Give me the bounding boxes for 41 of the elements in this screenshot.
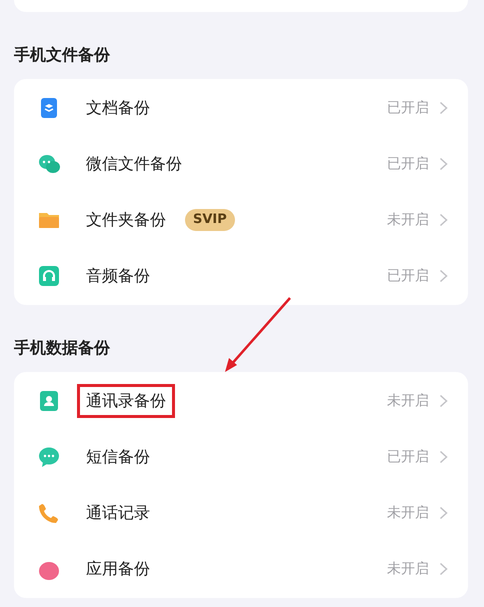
list-item[interactable]: 文件夹备份 SVIP 未开启 <box>14 192 468 248</box>
chat-icon <box>38 153 60 175</box>
section-title: 手机文件备份 <box>14 44 111 66</box>
status-text: 未开启 <box>387 504 429 522</box>
chevron-icon <box>439 394 448 408</box>
status-text: 已开启 <box>387 448 429 466</box>
item-label: 短信备份 <box>85 446 151 468</box>
item-label: 通话记录 <box>85 502 151 524</box>
status-text: 已开启 <box>387 154 429 174</box>
status-text: 已开启 <box>387 98 429 118</box>
chevron-icon <box>439 562 448 576</box>
item-label: 文件夹备份 <box>85 209 167 231</box>
list-item[interactable]: 通讯录备份 未开启 <box>14 373 468 429</box>
list-item[interactable]: 音频备份 已开启 <box>14 248 468 304</box>
chevron-icon <box>439 213 448 227</box>
status-text: 未开启 <box>387 210 429 230</box>
list-item[interactable]: 微信文件备份 已开启 <box>14 136 468 192</box>
status-text: 已开启 <box>387 266 429 286</box>
list-item[interactable]: 应用备份 未开启 <box>14 541 468 597</box>
chevron-icon <box>439 157 448 171</box>
list-item[interactable]: 短信备份 已开启 <box>14 429 468 485</box>
list-item[interactable]: 文档备份 已开启 <box>14 80 468 136</box>
chevron-icon <box>439 269 448 283</box>
item-label: 文档备份 <box>85 97 151 119</box>
status-text: 未开启 <box>387 560 429 578</box>
chevron-icon <box>439 450 448 464</box>
chevron-icon <box>439 506 448 520</box>
section-title: 手机数据备份 <box>14 337 111 359</box>
message-icon <box>38 446 60 468</box>
document-icon <box>38 97 60 119</box>
chevron-icon <box>439 101 448 115</box>
status-text: 未开启 <box>387 392 429 410</box>
list-item[interactable]: 通话记录 未开启 <box>14 485 468 541</box>
item-label: 应用备份 <box>85 558 151 580</box>
headphones-icon <box>38 265 60 287</box>
contact-icon <box>38 390 60 412</box>
item-label: 微信文件备份 <box>85 153 183 175</box>
item-label: 音频备份 <box>85 265 151 287</box>
item-label: 通讯录备份 <box>77 384 175 418</box>
phone-icon <box>38 502 60 524</box>
vip-tag: SVIP <box>185 209 235 231</box>
